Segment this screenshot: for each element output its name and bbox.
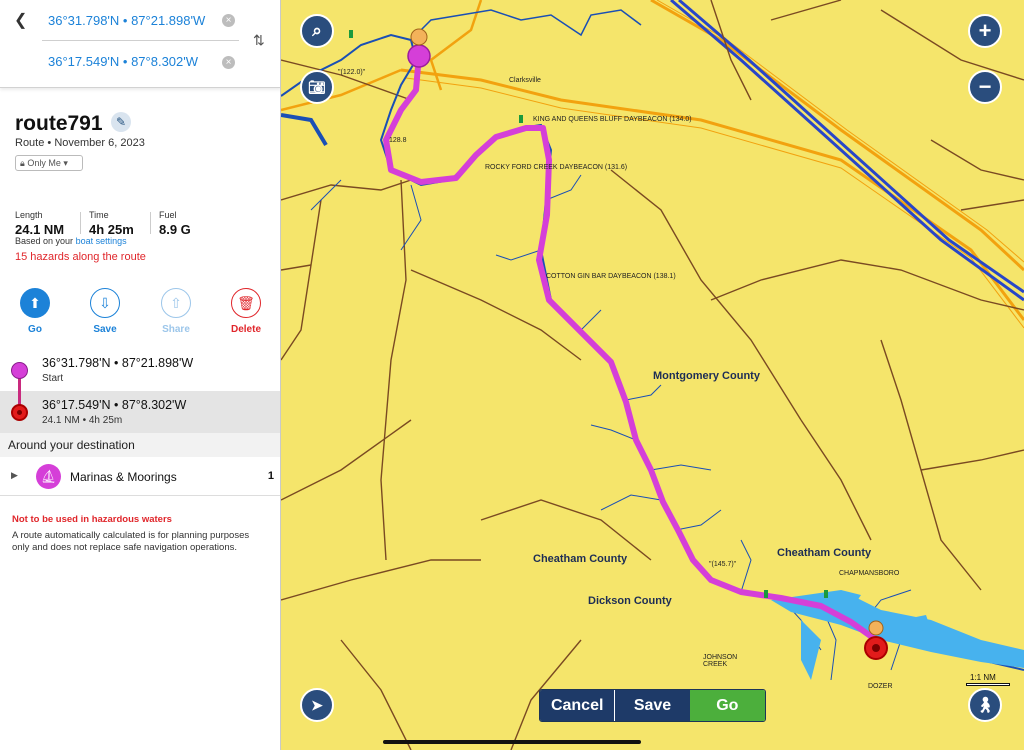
scale-bar: [966, 683, 1010, 686]
marinas-count: 1: [267, 470, 274, 482]
route-sidebar: ❮ 36°31.798'N • 87°21.898'W × ⇅ 36°17.54…: [0, 0, 281, 750]
map-camera-button[interactable]: 📷︎: [300, 70, 334, 104]
length-value: 24.1 NM: [15, 222, 65, 237]
divider: [42, 40, 239, 41]
divider: [150, 212, 151, 234]
length-label: Length: [15, 210, 43, 220]
based-on-note: Based on your boat settings: [15, 236, 127, 246]
fuel-label: Fuel: [159, 210, 177, 220]
time-value: 4h 25m: [89, 222, 134, 237]
visibility-dropdown[interactable]: 🔒︎ Only Me ▾: [15, 155, 83, 171]
visibility-value: Only Me: [27, 158, 61, 168]
minus-icon: −: [978, 74, 992, 99]
sailboat-icon: ⛵︎: [36, 464, 61, 489]
map-label-mile-122: "(122.0)": [338, 69, 366, 76]
edit-pencil-icon[interactable]: ✎: [111, 112, 131, 132]
start-pin-icon: [11, 362, 28, 379]
warning-text: A route automatically calculated is for …: [12, 530, 250, 553]
county-cheatham-left: Cheatham County: [533, 553, 628, 565]
plus-icon: +: [978, 18, 992, 43]
county-cheatham-right: Cheatham County: [777, 547, 872, 559]
save-action-button[interactable]: ⇩ Save: [75, 288, 135, 335]
save-button[interactable]: Save: [615, 690, 690, 721]
zoom-in-button[interactable]: +: [968, 14, 1002, 48]
save-label: Save: [93, 324, 117, 335]
end-distance-time: 24.1 NM • 4h 25m: [42, 415, 123, 426]
marinas-label: Marinas & Moorings: [70, 470, 177, 484]
start-coordinate: 36°31.798'N • 87°21.898'W: [42, 356, 194, 370]
start-label: Start: [42, 373, 64, 384]
expand-triangle-icon[interactable]: ▶: [11, 470, 18, 481]
marinas-moorings-row[interactable]: ▶ ⛵︎ Marinas & Moorings 1: [0, 458, 280, 496]
home-indicator[interactable]: [383, 740, 641, 744]
fuel-value: 8.9 G: [159, 222, 191, 237]
end-coordinate: 36°17.549'N • 87°8.302'W: [42, 398, 187, 412]
divider: [80, 212, 81, 234]
zoom-out-button[interactable]: −: [968, 70, 1002, 104]
swap-arrows-icon[interactable]: ⇅: [253, 32, 265, 49]
time-stat: Time 4h 25m: [89, 210, 134, 237]
route-title: route791: [15, 112, 103, 135]
search-icon: ⌕: [312, 21, 322, 40]
go-action-button[interactable]: ⬆︎ Go: [5, 288, 65, 335]
hazards-link[interactable]: 15 hazards along the route: [15, 251, 146, 263]
route-subtitle: Route • November 6, 2023: [15, 137, 145, 149]
locate-me-button[interactable]: ➤: [300, 688, 334, 722]
map-canvas[interactable]: Clarksville KING AND QUEENS BLUFF DAYBEA…: [281, 0, 1024, 750]
share-icon: ⇧: [161, 288, 191, 318]
start-waypoint-row[interactable]: 36°31.798'N • 87°21.898'W Start: [0, 350, 280, 390]
go-button[interactable]: Go: [689, 690, 765, 721]
clear-to-icon[interactable]: ×: [222, 56, 235, 69]
download-icon: ⇩: [90, 288, 120, 318]
trash-icon: 🗑︎: [231, 288, 261, 318]
county-montgomery: Montgomery County: [653, 370, 760, 382]
end-waypoint-row[interactable]: 36°17.549'N • 87°8.302'W 24.1 NM • 4h 25…: [0, 391, 280, 433]
map-label-rocky-ford: ROCKY FORD CREEK DAYBEACON (131.6): [485, 164, 628, 171]
map-label-johnson-creek: JOHNSON CREEK: [703, 654, 738, 668]
back-chevron-icon[interactable]: ❮: [14, 10, 27, 30]
map-label-clarksville: Clarksville: [509, 77, 541, 84]
share-label: Share: [162, 324, 190, 335]
end-pin-icon: [11, 404, 28, 421]
to-coordinate-field[interactable]: 36°17.549'N • 87°8.302'W: [48, 54, 198, 69]
clear-from-icon[interactable]: ×: [222, 14, 235, 27]
start-map-pin: [407, 28, 431, 68]
scale-label: 1:1 NM: [970, 673, 996, 682]
share-action-button[interactable]: ⇧ Share: [146, 288, 206, 335]
go-label: Go: [28, 324, 42, 335]
warning-title: Not to be used in hazardous waters: [12, 514, 172, 525]
based-on-text: Based on your: [15, 236, 74, 246]
map-label-cotton-gin: COTTON GIN BAR DAYBEACON (138.1): [546, 273, 676, 280]
camera-icon: 📷︎: [308, 78, 326, 95]
person-icon: 🚶︎: [975, 697, 995, 714]
map-label-king-queens: KING AND QUEENS BLUFF DAYBEACON (134.0): [533, 116, 692, 123]
cancel-button[interactable]: Cancel: [540, 690, 616, 721]
county-dickson: Dickson County: [588, 595, 672, 607]
length-stat: Length 24.1 NM: [15, 210, 64, 237]
time-label: Time: [89, 210, 109, 220]
lock-icon: 🔒︎: [20, 158, 25, 168]
route-search-box: ❮ 36°31.798'N • 87°21.898'W × ⇅ 36°17.54…: [0, 0, 280, 88]
person-mode-button[interactable]: 🚶︎: [968, 688, 1002, 722]
map-label-mile-145: "(145.7)": [709, 561, 737, 568]
around-destination-header: Around your destination: [0, 433, 280, 457]
navigation-arrow-icon: ➤: [311, 696, 323, 713]
boat-settings-link[interactable]: boat settings: [76, 236, 127, 246]
chevron-down-icon: ▾: [63, 158, 68, 168]
delete-action-button[interactable]: 🗑︎ Delete: [216, 288, 276, 335]
map-search-button[interactable]: ⌕: [300, 14, 334, 48]
map-label-chapmansboro: CHAPMANSBORO: [839, 570, 900, 577]
delete-label: Delete: [230, 324, 261, 335]
route-action-bar: Cancel Save Go: [539, 689, 766, 722]
map-label-dozer: DOZER: [868, 683, 893, 690]
from-coordinate-field[interactable]: 36°31.798'N • 87°21.898'W: [48, 13, 205, 28]
fuel-stat: Fuel 8.9 G: [159, 210, 191, 237]
map-label-mile-128: 128.8: [389, 137, 407, 144]
navigation-arrow-icon: ⬆︎: [20, 288, 50, 318]
